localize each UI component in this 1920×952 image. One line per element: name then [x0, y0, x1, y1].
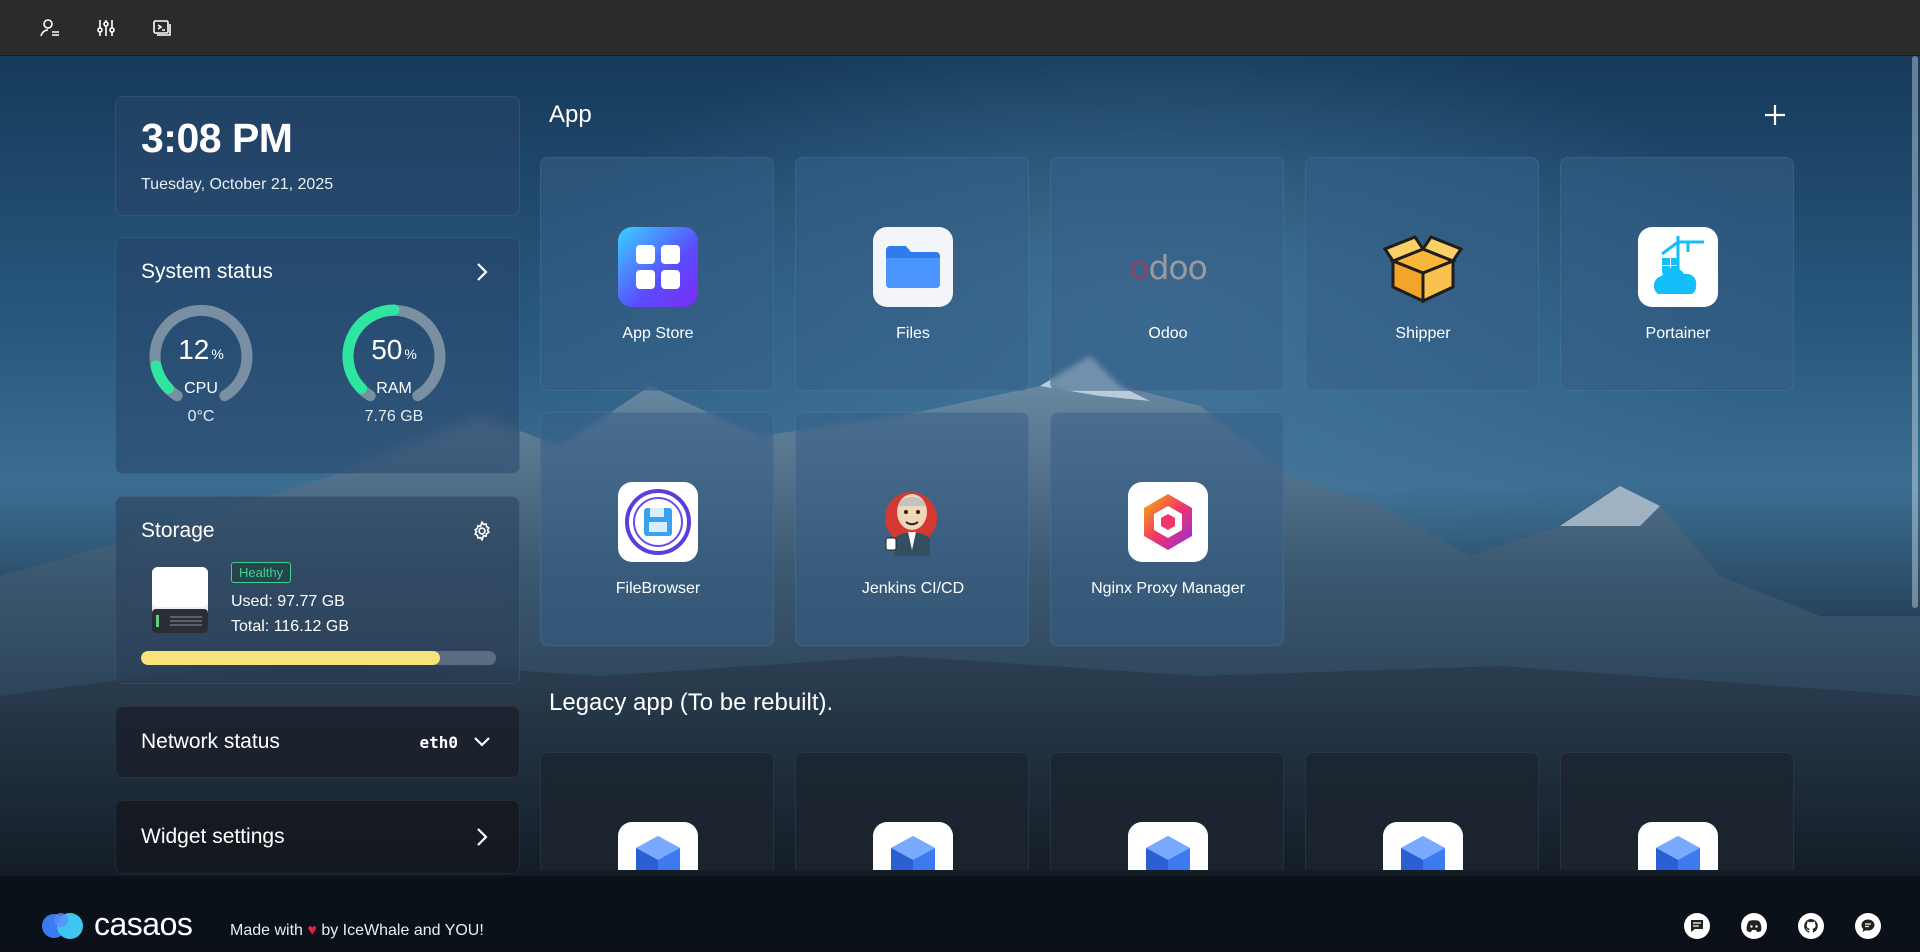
storage-health-badge: Healthy	[231, 562, 292, 583]
network-status-widget[interactable]: Network status eth0	[115, 706, 520, 778]
legacy-app-tile[interactable]	[1050, 752, 1284, 870]
credit-prefix: Made with	[230, 922, 303, 939]
app-tile-shipper[interactable]: Shipper	[1305, 157, 1539, 391]
footer-icons	[1684, 913, 1881, 939]
clock-time: 3:08 PM	[141, 115, 293, 161]
portainer-icon	[1638, 227, 1718, 307]
app-tile-portainer[interactable]: Portainer	[1560, 157, 1794, 391]
odoo-logo-rest: doo	[1148, 247, 1207, 287]
ram-unit: %	[404, 346, 417, 362]
discord-icon[interactable]	[1741, 913, 1767, 939]
app-name: FileBrowser	[615, 580, 701, 597]
app-name: Portainer	[1645, 325, 1711, 342]
chat-icon[interactable]	[1684, 913, 1710, 939]
disk-icon	[150, 565, 210, 633]
cpu-gauge: 12% CPU 0°C	[141, 296, 261, 425]
storage-used: Used: 97.77 GB	[231, 593, 345, 610]
legacy-app-tile[interactable]	[540, 752, 774, 870]
app-tile-nginx-proxy-manager[interactable]: Nginx Proxy Manager	[1050, 412, 1284, 646]
chevron-down-icon[interactable]	[470, 730, 494, 754]
ram-label: RAM	[376, 380, 412, 397]
cube-icon	[618, 822, 698, 870]
ram-size: 7.76 GB	[364, 408, 424, 425]
storage-widget: Storage Healthy Used: 97.77 GB Total: 11…	[115, 496, 520, 684]
network-interface: eth0	[419, 732, 458, 752]
casaos-logo-icon	[42, 912, 83, 939]
footer-credit: Made with ♥ by IceWhale and YOU!	[230, 922, 484, 940]
chevron-right-icon[interactable]	[470, 260, 494, 284]
app-name: Files	[896, 325, 930, 342]
app-section-title: App	[549, 101, 592, 128]
cpu-label: CPU	[184, 380, 218, 397]
gear-icon[interactable]	[470, 519, 494, 543]
storage-usage-bar	[141, 651, 496, 665]
cube-icon	[1383, 822, 1463, 870]
top-bar	[0, 0, 1920, 56]
app-store-icon	[618, 227, 698, 307]
terminal-icon[interactable]	[146, 12, 178, 44]
storage-usage-fill	[141, 651, 440, 665]
jenkins-icon	[873, 482, 953, 562]
sliders-icon[interactable]	[90, 12, 122, 44]
app-name: Shipper	[1395, 325, 1451, 342]
legacy-app-grid	[540, 752, 1800, 870]
cube-icon	[873, 822, 953, 870]
add-app-button[interactable]	[1760, 100, 1790, 130]
clock-date: Tuesday, October 21, 2025	[141, 176, 334, 193]
network-status-title: Network status	[141, 730, 280, 753]
user-icon[interactable]	[34, 12, 66, 44]
odoo-logo-first-letter: o	[1129, 247, 1149, 287]
app-name: Jenkins CI/CD	[861, 580, 965, 597]
odoo-icon: odoo	[1108, 227, 1228, 307]
storage-title: Storage	[141, 519, 215, 542]
casaos-wordmark: casaos	[94, 906, 193, 942]
legacy-app-tile[interactable]	[1305, 752, 1539, 870]
clock-widget: 3:08 PM Tuesday, October 21, 2025	[115, 96, 520, 216]
nginx-proxy-manager-icon	[1128, 482, 1208, 562]
casaos-logo[interactable]: casaos	[40, 906, 193, 943]
cube-icon	[1638, 822, 1718, 870]
system-status-widget: System status 12% CPU 0°C 50% RAM 7.76 G…	[115, 237, 520, 474]
cpu-value: 12	[178, 334, 210, 365]
ram-value: 50	[371, 334, 403, 365]
chevron-right-icon	[470, 825, 494, 849]
message-icon[interactable]	[1855, 913, 1881, 939]
github-icon[interactable]	[1798, 913, 1824, 939]
app-tile-files[interactable]: Files	[795, 157, 1029, 391]
heart-icon: ♥	[307, 922, 317, 939]
legacy-app-tile[interactable]	[1560, 752, 1794, 870]
legacy-section-title: Legacy app (To be rebuilt).	[549, 689, 834, 716]
widget-settings-label: Widget settings	[141, 825, 285, 848]
credit-suffix: by IceWhale and YOU!	[321, 922, 484, 939]
app-name: Nginx Proxy Manager	[1091, 580, 1245, 597]
ram-gauge: 50% RAM 7.76 GB	[334, 296, 454, 425]
widget-settings-button[interactable]: Widget settings	[115, 800, 520, 874]
system-status-title: System status	[141, 260, 273, 283]
shipper-box-icon	[1383, 227, 1463, 307]
legacy-app-tile[interactable]	[795, 752, 1029, 870]
filebrowser-icon	[618, 482, 698, 562]
app-tile-filebrowser[interactable]: FileBrowser	[540, 412, 774, 646]
cube-icon	[1128, 822, 1208, 870]
plus-icon	[1765, 105, 1785, 125]
scrollbar-thumb[interactable]	[1912, 56, 1918, 608]
app-name: Odoo	[1148, 325, 1188, 342]
app-tile-jenkins[interactable]: Jenkins CI/CD	[795, 412, 1029, 646]
app-tile-app-store[interactable]: App Store	[540, 157, 774, 391]
storage-total: Total: 116.12 GB	[231, 618, 349, 635]
app-tile-odoo[interactable]: odoo Odoo	[1050, 157, 1284, 391]
app-name: App Store	[622, 325, 694, 342]
cpu-temperature: 0°C	[187, 408, 215, 425]
scrollbar[interactable]	[1910, 56, 1920, 952]
cpu-unit: %	[211, 346, 224, 362]
folder-icon	[873, 227, 953, 307]
